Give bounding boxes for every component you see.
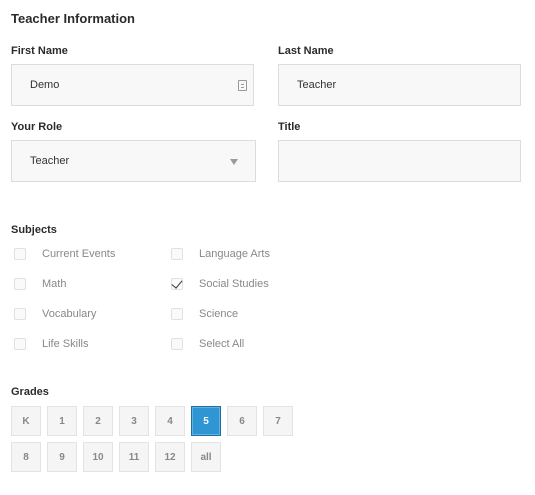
- subject-label: Current Events: [42, 248, 116, 260]
- subject-label: Math: [42, 278, 67, 290]
- first-name-label: First Name: [11, 45, 68, 57]
- last-name-label: Last Name: [278, 45, 334, 57]
- subject-current-events[interactable]: Current Events: [14, 244, 115, 264]
- subject-science[interactable]: Science: [171, 304, 238, 324]
- autofill-card-icon[interactable]: [238, 80, 247, 91]
- role-value: Teacher: [30, 155, 70, 167]
- grade-button-8[interactable]: 8: [11, 442, 41, 472]
- grade-button-5-selected[interactable]: 5: [191, 406, 221, 436]
- last-name-field[interactable]: Teacher: [278, 64, 521, 106]
- checkbox[interactable]: [171, 308, 183, 320]
- grade-button-12[interactable]: 12: [155, 442, 185, 472]
- subject-social-studies[interactable]: Social Studies: [171, 274, 269, 294]
- subject-life-skills[interactable]: Life Skills: [14, 334, 88, 354]
- subject-label: Science: [199, 308, 239, 320]
- grade-button-k[interactable]: K: [11, 406, 41, 436]
- subject-label: Social Studies: [199, 278, 269, 290]
- subject-label: Select All: [199, 338, 245, 350]
- grade-button-6[interactable]: 6: [227, 406, 257, 436]
- checkbox[interactable]: [171, 248, 183, 260]
- grade-button-11[interactable]: 11: [119, 442, 149, 472]
- grade-button-4[interactable]: 4: [155, 406, 185, 436]
- grade-button-10[interactable]: 10: [83, 442, 113, 472]
- checkbox[interactable]: [14, 278, 26, 290]
- title-field[interactable]: [278, 140, 521, 182]
- role-select[interactable]: Teacher: [11, 140, 256, 182]
- checkbox[interactable]: [171, 338, 183, 350]
- checkbox[interactable]: [14, 248, 26, 260]
- subject-vocabulary[interactable]: Vocabulary: [14, 304, 96, 324]
- grade-button-7[interactable]: 7: [263, 406, 293, 436]
- grade-button-9[interactable]: 9: [47, 442, 77, 472]
- chevron-down-icon: [230, 159, 238, 165]
- subject-math[interactable]: Math: [14, 274, 66, 294]
- subject-label: Language Arts: [199, 248, 270, 260]
- role-label: Your Role: [11, 121, 63, 133]
- grades-label: Grades: [11, 386, 49, 398]
- grade-button-1[interactable]: 1: [47, 406, 77, 436]
- checkbox[interactable]: [14, 308, 26, 320]
- grade-button-3[interactable]: 3: [119, 406, 149, 436]
- section-title: Teacher Information: [11, 11, 136, 26]
- checkbox[interactable]: [14, 338, 26, 350]
- checkbox-checked[interactable]: [171, 278, 183, 290]
- first-name-value: Demo: [30, 79, 60, 91]
- grade-button-2[interactable]: 2: [83, 406, 113, 436]
- subject-label: Vocabulary: [42, 308, 97, 320]
- subject-label: Life Skills: [42, 338, 89, 350]
- subjects-label: Subjects: [11, 224, 57, 236]
- first-name-field[interactable]: Demo: [11, 64, 254, 106]
- subject-language-arts[interactable]: Language Arts: [171, 244, 270, 264]
- grade-button-all[interactable]: all: [191, 442, 221, 472]
- title-label: Title: [278, 121, 301, 133]
- last-name-value: Teacher: [297, 79, 337, 91]
- subject-select-all[interactable]: Select All: [171, 334, 244, 354]
